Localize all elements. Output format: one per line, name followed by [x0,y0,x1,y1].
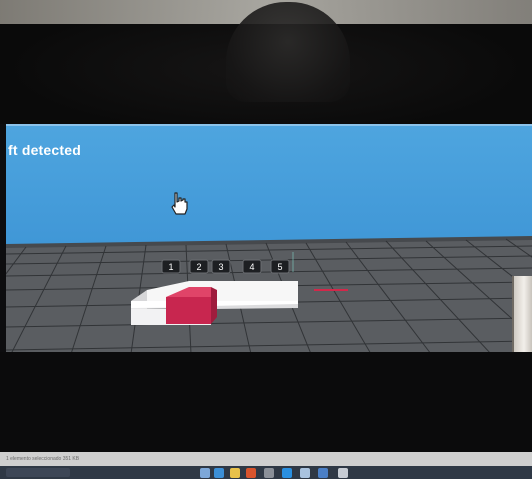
detection-status: ft detected [8,142,81,158]
grid-label-2: 2 [189,259,209,274]
svg-text:4: 4 [249,262,254,272]
app-icon[interactable] [338,468,348,478]
app-viewport[interactable]: 1 2 3 4 5 ft detected [6,124,532,354]
grid-label-3: 3 [211,259,231,274]
search-box[interactable] [6,468,70,477]
task-view-icon[interactable] [200,468,210,478]
explorer-status-text: 1 elemento seleccionado 351 KB [6,456,80,462]
foreground-object [512,276,532,352]
file-explorer-icon[interactable] [230,468,240,478]
taskbar: 1 elemento seleccionado 351 KB [0,452,532,479]
app-icon[interactable] [246,468,256,478]
grid-label-1: 1 [161,259,181,274]
app-icon[interactable] [300,468,310,478]
photo-frame: 1 2 3 4 5 ft detected 1 elemento selecci… [0,0,532,479]
svg-text:1: 1 [168,262,173,272]
svg-text:3: 3 [218,262,223,272]
edge-icon[interactable] [214,468,224,478]
svg-text:5: 5 [277,262,282,272]
monitor-bezel-bottom [0,352,532,452]
3d-scene[interactable]: 1 2 3 4 5 [6,126,532,354]
svg-text:2: 2 [196,262,201,272]
grid-label-5: 5 [270,259,290,274]
app-icon[interactable] [318,468,328,478]
mail-icon[interactable] [282,468,292,478]
store-icon[interactable] [264,468,274,478]
grid-label-4: 4 [242,259,262,274]
hand-cursor-icon [171,192,188,215]
